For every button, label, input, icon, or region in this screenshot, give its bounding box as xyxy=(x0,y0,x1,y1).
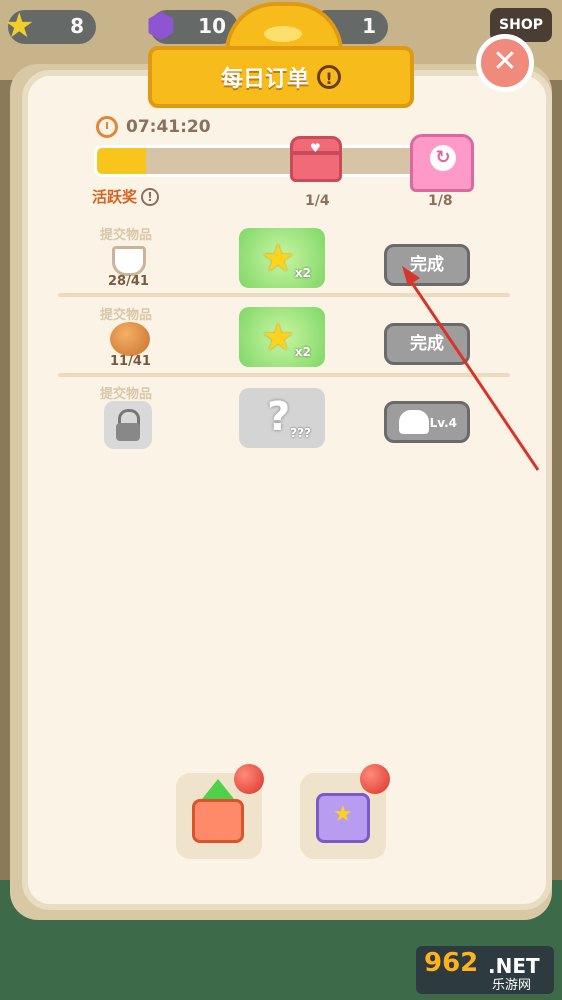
star-icon: ★ xyxy=(333,802,353,827)
clock-icon xyxy=(96,116,118,138)
order-2-reward-qty: x2 xyxy=(294,345,311,359)
up-arrow-icon xyxy=(202,779,234,799)
unknown-reward-icon: ? xyxy=(267,394,291,440)
site-watermark: 962 .NET 乐游网 xyxy=(416,946,554,994)
refresh-icon: ↻ xyxy=(430,145,456,171)
bread-icon xyxy=(110,322,150,356)
chef-hat-icon xyxy=(399,410,429,434)
row-divider xyxy=(58,373,510,377)
info-icon[interactable]: ! xyxy=(141,187,160,206)
star-icon: ★ xyxy=(261,236,296,280)
header-banner: 每日订单 ! xyxy=(148,46,414,108)
box-icon xyxy=(192,799,244,843)
header-tab-highlight xyxy=(264,26,302,42)
order-1-reward: ★ x2 xyxy=(239,228,325,288)
timer-text: 07:41:20 xyxy=(126,117,211,137)
watermark-number: 962 xyxy=(424,948,479,978)
order-2-count: 11/41 xyxy=(110,354,151,369)
order-2-reward: ★ x2 xyxy=(239,307,325,367)
milestone-2-label: 1/8 xyxy=(428,193,453,209)
chest-reward-2[interactable]: ↻ xyxy=(410,134,474,192)
order-2-label: 提交物品 xyxy=(100,308,153,323)
gift-box-icon: ★ xyxy=(316,793,370,843)
third-count: 1 xyxy=(362,14,376,38)
star-icon: ★ xyxy=(4,6,35,46)
lock-icon xyxy=(104,401,152,449)
gem-count: 10 xyxy=(198,14,226,38)
level-requirement: Lv.4 xyxy=(429,416,457,430)
order-3-label: 提交物品 xyxy=(100,387,153,402)
row-divider xyxy=(58,293,510,297)
order-3-reward: ? ??? xyxy=(239,388,325,448)
heart-icon: ♥ xyxy=(310,141,321,155)
countdown-timer: 07:41:20 xyxy=(96,116,211,138)
page-title: 每日订单 xyxy=(220,67,309,92)
order-1-label: 提交物品 xyxy=(100,228,153,243)
notification-dot xyxy=(234,764,264,794)
star-icon: ★ xyxy=(261,315,296,359)
progress-fill xyxy=(97,148,146,174)
notification-dot xyxy=(360,764,390,794)
chest-reward-1[interactable]: ♥ xyxy=(290,136,342,182)
info-icon[interactable]: ! xyxy=(317,65,341,89)
watermark-sub: 乐游网 xyxy=(492,978,532,993)
milestone-1-label: 1/4 xyxy=(305,193,330,209)
order-1-reward-qty: x2 xyxy=(294,266,311,280)
star-currency: ★ 8 xyxy=(4,6,96,46)
order-2-complete-button[interactable]: 完成 xyxy=(384,323,470,365)
active-reward[interactable]: 活跃奖 ! xyxy=(92,186,160,207)
order-1-count: 28/41 xyxy=(108,274,149,289)
gem-currency: ⬢ 10 xyxy=(146,6,238,46)
order-3-reward-qty: ??? xyxy=(290,426,311,440)
order-1-complete-button[interactable]: 完成 xyxy=(384,244,470,286)
order-3-level-lock-button[interactable]: Lv.4 xyxy=(384,401,470,443)
star-count: 8 xyxy=(70,14,84,38)
gem-icon: ⬢ xyxy=(146,6,176,46)
cup-icon xyxy=(112,246,146,276)
active-reward-label: 活跃奖 xyxy=(92,188,138,206)
close-button[interactable]: ✕ xyxy=(476,34,534,92)
